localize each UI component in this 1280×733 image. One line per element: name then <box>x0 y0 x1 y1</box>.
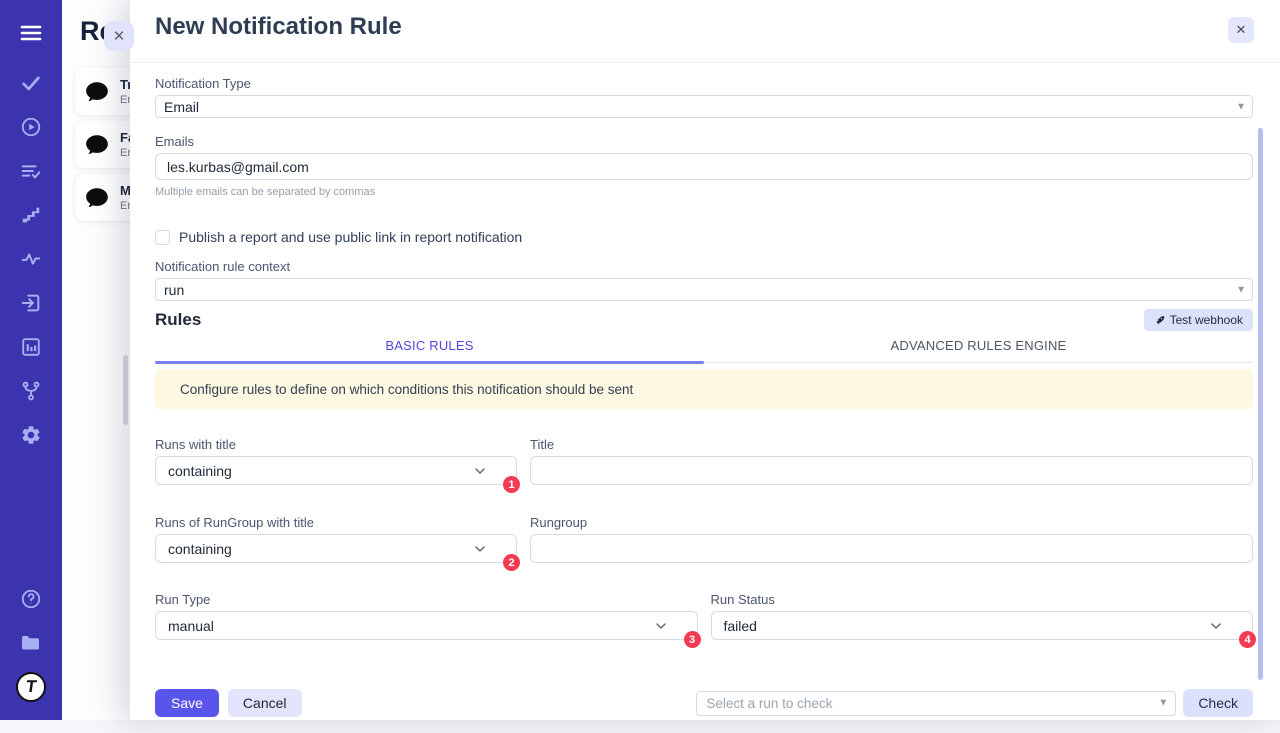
runs-with-title-label: Runs with title <box>155 437 517 452</box>
app-logo[interactable]: T <box>16 672 46 702</box>
drawer-body: Notification Type Email ▼ Emails Multipl… <box>130 76 1280 733</box>
rules-info-banner: Configure rules to define on which condi… <box>155 369 1253 409</box>
notifications-list-panel: Re Tra Em Fa Em Ma Em <box>62 0 136 720</box>
drawer-header: New Notification Rule ✕ <box>130 0 1280 63</box>
activity-icon[interactable] <box>16 244 46 274</box>
cancel-button[interactable]: Cancel <box>228 689 302 717</box>
folder-icon[interactable] <box>16 628 46 658</box>
chat-bubble-icon <box>84 132 110 158</box>
notification-rule-list: Tra Em Fa Em Ma Em <box>75 68 136 227</box>
list-item[interactable]: Ma Em <box>75 174 136 221</box>
notification-type-label: Notification Type <box>155 76 1253 91</box>
step-badge: 1 <box>503 476 520 493</box>
context-label: Notification rule context <box>155 259 1253 274</box>
chevron-down-icon <box>472 463 488 479</box>
step-badge: 4 <box>1239 631 1256 648</box>
tab-basic-rules[interactable]: BASIC RULES <box>155 338 704 362</box>
close-drawer-icon[interactable]: ✕ <box>104 21 134 51</box>
run-status-label: Run Status <box>711 592 1254 607</box>
rocket-icon <box>1154 315 1165 326</box>
gear-icon[interactable] <box>16 420 46 450</box>
step-badge: 2 <box>503 554 520 571</box>
list-item[interactable]: Tra Em <box>75 68 136 115</box>
app-sidebar: T <box>0 0 62 720</box>
chevron-down-icon <box>472 541 488 557</box>
publish-report-checkbox[interactable] <box>155 230 170 245</box>
chevron-down-icon <box>1208 618 1224 634</box>
notification-type-select[interactable]: Email ▼ <box>155 95 1253 118</box>
chat-bubble-icon <box>84 185 110 211</box>
emails-helper-text: Multiple emails can be separated by comm… <box>155 186 1253 198</box>
rules-heading: Rules <box>155 310 201 330</box>
chat-bubble-icon <box>84 79 110 105</box>
title-input[interactable] <box>530 456 1253 485</box>
title-label: Title <box>530 437 1253 452</box>
runs-with-title-dropdown[interactable]: containing 1 <box>155 456 517 485</box>
check-button[interactable]: Check <box>1183 689 1253 717</box>
context-select[interactable]: run ▼ <box>155 278 1253 301</box>
steps-icon[interactable] <box>16 200 46 230</box>
check-icon[interactable] <box>16 68 46 98</box>
runs-of-rungroup-label: Runs of RunGroup with title <box>155 515 517 530</box>
emails-label: Emails <box>155 134 1253 149</box>
run-status-dropdown[interactable]: failed 4 <box>711 611 1254 640</box>
help-circle-icon[interactable] <box>16 584 46 614</box>
menu-icon[interactable] <box>16 18 46 48</box>
run-to-check-select[interactable]: Select a run to check ▼ <box>696 691 1176 716</box>
bar-chart-icon[interactable] <box>16 332 46 362</box>
chevron-down-icon <box>653 618 669 634</box>
dropdown-caret-icon: ▼ <box>1236 101 1246 112</box>
rungroup-input[interactable] <box>530 534 1253 563</box>
panel-scrollbar[interactable] <box>123 355 128 425</box>
runs-of-rungroup-dropdown[interactable]: containing 2 <box>155 534 517 563</box>
sign-in-icon[interactable] <box>16 288 46 318</box>
new-notification-rule-drawer: ✕ New Notification Rule ✕ Notification T… <box>130 0 1280 720</box>
tab-advanced-rules-engine[interactable]: ADVANCED RULES ENGINE <box>704 338 1253 362</box>
list-item[interactable]: Fa Em <box>75 121 136 168</box>
save-button[interactable]: Save <box>155 689 219 717</box>
dropdown-caret-icon: ▼ <box>1236 284 1246 295</box>
close-icon[interactable]: ✕ <box>1228 17 1254 43</box>
page-title: New Notification Rule <box>155 13 402 41</box>
git-fork-icon[interactable] <box>16 376 46 406</box>
publish-report-label[interactable]: Publish a report and use public link in … <box>179 229 522 245</box>
drawer-scrollbar[interactable] <box>1258 128 1263 680</box>
play-circle-icon[interactable] <box>16 112 46 142</box>
run-type-label: Run Type <box>155 592 698 607</box>
rungroup-label: Rungroup <box>530 515 1253 530</box>
step-badge: 3 <box>684 631 701 648</box>
list-check-icon[interactable] <box>16 156 46 186</box>
emails-input[interactable] <box>155 153 1253 180</box>
run-type-dropdown[interactable]: manual 3 <box>155 611 698 640</box>
dropdown-caret-icon: ▼ <box>1158 697 1168 708</box>
test-webhook-button[interactable]: Test webhook <box>1144 309 1253 331</box>
rules-tabs: BASIC RULES ADVANCED RULES ENGINE <box>155 338 1253 363</box>
